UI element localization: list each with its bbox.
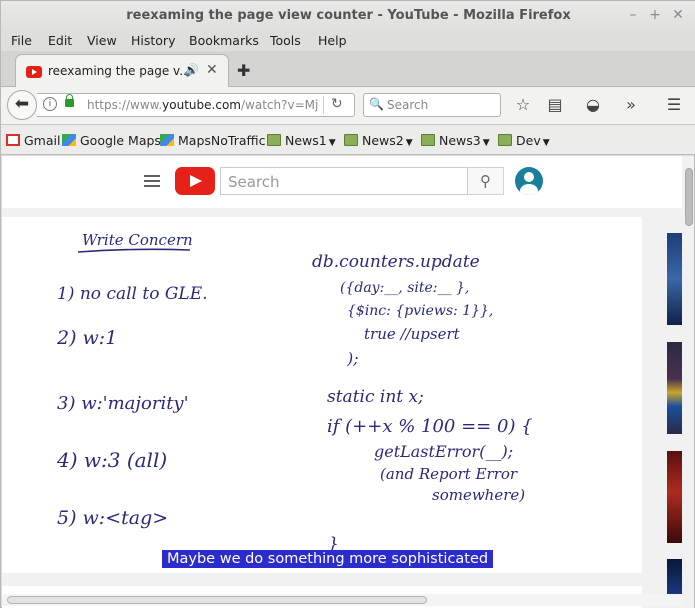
url-text[interactable]: https://www.youtube.com/watch?v=Mj (87, 98, 318, 112)
bookmarks-toolbar: Gmail Google Maps MapsNoTraffic News1 ▼ N… (1, 125, 695, 155)
search-engine-icon[interactable]: 🔍 (369, 97, 384, 111)
whiteboard-code-line: ({day:__, site:__ }, (340, 280, 469, 296)
whiteboard-list-item: 5) w:<tag> (57, 507, 168, 529)
folder-icon (344, 134, 358, 146)
tab-close-icon[interactable]: ✕ (206, 62, 218, 78)
navigation-toolbar: ⬅ i https://www.youtube.com/watch?v=Mj ↻… (1, 87, 695, 125)
search-input[interactable]: Search (387, 98, 428, 112)
back-arrow-icon: ⬅ (14, 94, 30, 114)
related-video-thumbnail[interactable] (667, 233, 682, 325)
maps-icon (160, 134, 174, 146)
youtube-search-button[interactable]: ⚲ (468, 167, 504, 195)
overflow-menu-icon[interactable]: » (621, 95, 641, 115)
speaker-icon[interactable]: 🔊 (184, 63, 199, 77)
tab-youtube[interactable]: reexaming the page v... 🔊 ✕ (15, 54, 229, 88)
whiteboard-code-line: (and Report Error (380, 465, 518, 483)
menu-help[interactable]: Help (318, 33, 347, 48)
whiteboard-list-item: 1) no call to GLE. (57, 284, 208, 304)
minimize-icon[interactable]: – (624, 6, 642, 24)
whiteboard-code-line: somewhere) (432, 486, 525, 504)
menu-file[interactable]: File (11, 33, 32, 48)
dropdown-arrow-icon: ▼ (482, 138, 490, 148)
menu-edit[interactable]: Edit (48, 33, 72, 48)
back-button[interactable]: ⬅ (7, 90, 37, 120)
dropdown-arrow-icon: ▼ (328, 138, 336, 148)
menu-history[interactable]: History (131, 33, 175, 48)
vertical-scrollbar-thumb[interactable] (685, 168, 693, 226)
tab-title: reexaming the page v... (48, 64, 191, 78)
hamburger-menu-icon[interactable]: ☰ (664, 95, 684, 115)
title-bar[interactable]: reexaming the page view counter - YouTub… (1, 1, 695, 31)
youtube-header: Search ⚲ (2, 156, 682, 208)
whiteboard-code-line: ); (346, 349, 359, 368)
folder-icon (267, 134, 281, 146)
whiteboard-code-line: db.counters.update (312, 252, 480, 272)
youtube-search-placeholder: Search (228, 173, 280, 191)
bookmark-mapsnotraffic[interactable]: MapsNoTraffic (160, 133, 265, 148)
bookmark-folder-news2[interactable]: News2 ▼ (344, 133, 413, 148)
whiteboard-code-line: {$inc: {pviews: 1}}, (347, 303, 493, 319)
dropdown-arrow-icon: ▼ (405, 138, 413, 148)
whiteboard-heading: Write Concern (82, 231, 193, 249)
gmail-icon (6, 134, 20, 146)
dropdown-arrow-icon: ▼ (542, 138, 550, 148)
page-content: Search ⚲ Write Concern 1) no call to GLE… (2, 156, 694, 608)
whiteboard-code-line: getLastError(__); (374, 442, 513, 461)
related-videos-sidebar (652, 217, 682, 599)
whiteboard-code-line: true //upsert (364, 325, 461, 343)
youtube-favicon-icon (26, 66, 42, 78)
maps-icon (62, 134, 76, 146)
whiteboard-list-item: 3) w:'majority' (57, 393, 189, 414)
whiteboard-code-line: if (++x % 100 == 0) { (327, 416, 533, 437)
heading-underline (77, 248, 191, 253)
related-video-thumbnail[interactable] (667, 559, 682, 599)
bookmark-gmail[interactable]: Gmail (6, 133, 60, 148)
menu-tools[interactable]: Tools (270, 33, 301, 48)
firefox-window: reexaming the page view counter - YouTub… (0, 0, 695, 608)
window-title: reexaming the page view counter - YouTub… (126, 8, 571, 23)
video-caption: Maybe we do something more sophisticated (162, 550, 494, 568)
horizontal-scrollbar-thumb[interactable] (7, 596, 427, 604)
bookmark-folder-dev[interactable]: Dev ▼ (498, 133, 550, 148)
whiteboard-code-line: static int x; (327, 387, 424, 407)
pocket-icon[interactable]: ◒ (583, 95, 603, 115)
maximize-icon[interactable]: + (646, 6, 664, 24)
whiteboard-list-item: 2) w:1 (56, 327, 117, 349)
related-video-thumbnail[interactable] (667, 451, 682, 543)
vertical-scrollbar[interactable] (683, 156, 694, 608)
folder-icon (498, 134, 512, 146)
youtube-logo[interactable] (175, 167, 215, 195)
avatar[interactable] (515, 167, 543, 195)
menu-bookmarks[interactable]: Bookmarks (189, 33, 259, 48)
url-bar[interactable]: i https://www.youtube.com/watch?v=Mj ↻ (37, 93, 355, 117)
menu-view[interactable]: View (87, 33, 117, 48)
search-bar[interactable]: 🔍 Search (363, 93, 501, 117)
bookmark-folder-news3[interactable]: News3 ▼ (421, 133, 490, 148)
menu-bar: File Edit View History Bookmarks Tools H… (1, 31, 695, 51)
new-tab-button[interactable]: ✚ (237, 61, 250, 80)
whiteboard-video-frame: Write Concern 1) no call to GLE. 2) w:1 … (56, 231, 533, 554)
search-icon: ⚲ (480, 172, 491, 190)
folder-icon (421, 134, 435, 146)
whiteboard-list-item: 4) w:3 (all) (56, 448, 167, 472)
bookmark-google-maps[interactable]: Google Maps (62, 133, 161, 148)
bookmark-folder-news1[interactable]: News1 ▼ (267, 133, 336, 148)
tab-strip: reexaming the page v... 🔊 ✕ ✚ (1, 51, 695, 88)
url-divider (323, 96, 324, 114)
related-video-thumbnail[interactable] (667, 342, 682, 434)
bookmark-star-icon[interactable]: ☆ (513, 95, 533, 115)
close-window-icon[interactable]: ✕ (669, 6, 687, 24)
video-player[interactable]: Write Concern 1) no call to GLE. 2) w:1 … (2, 217, 642, 573)
library-icon[interactable]: ▤ (545, 95, 565, 115)
guide-menu-icon[interactable] (144, 175, 160, 187)
reload-icon[interactable]: ↻ (331, 96, 343, 112)
lock-icon (65, 94, 74, 107)
horizontal-scrollbar[interactable] (2, 594, 683, 606)
site-info-icon[interactable]: i (43, 97, 57, 111)
youtube-search-input[interactable]: Search (220, 167, 468, 195)
